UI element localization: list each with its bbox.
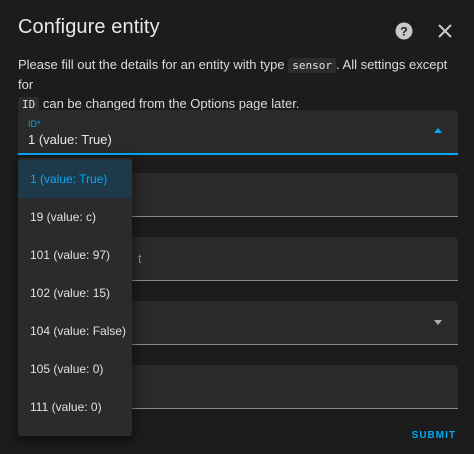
chevron-down-icon	[434, 320, 442, 325]
id-select-value: 1 (value: True)	[28, 132, 112, 147]
entity-type-code: sensor	[288, 58, 337, 73]
dropdown-option[interactable]: 102 (value: 15)	[18, 274, 132, 312]
dropdown-option[interactable]: 111 (value: 0)	[18, 388, 132, 426]
id-select-label: ID*	[28, 119, 41, 129]
description-text-1: Please fill out the details for an entit…	[18, 57, 289, 72]
dropdown-option[interactable]: 19 (value: c)	[18, 198, 132, 236]
dropdown-option[interactable]: 105 (value: 0)	[18, 350, 132, 388]
id-dropdown-menu: 1 (value: True) 19 (value: c) 101 (value…	[18, 158, 132, 436]
description-text-3: can be changed from the Options page lat…	[39, 96, 300, 111]
dropdown-option[interactable]: 101 (value: 97)	[18, 236, 132, 274]
dropdown-option[interactable]: 1 (value: True)	[18, 160, 132, 198]
form-field-3-hint: t	[138, 251, 142, 266]
close-icon[interactable]	[437, 23, 453, 39]
id-select[interactable]: ID* 1 (value: True)	[18, 110, 458, 155]
dialog-description: Please fill out the details for an entit…	[18, 55, 458, 114]
configure-entity-dialog: Configure entity ? Please fill out the d…	[0, 0, 474, 454]
svg-text:?: ?	[400, 25, 407, 39]
help-circle-icon[interactable]: ?	[395, 22, 413, 40]
dialog-title: Configure entity	[18, 16, 160, 38]
chevron-up-icon	[434, 128, 442, 133]
dropdown-option[interactable]: 104 (value: False)	[18, 312, 132, 350]
submit-button[interactable]: SUBMIT	[412, 430, 456, 441]
